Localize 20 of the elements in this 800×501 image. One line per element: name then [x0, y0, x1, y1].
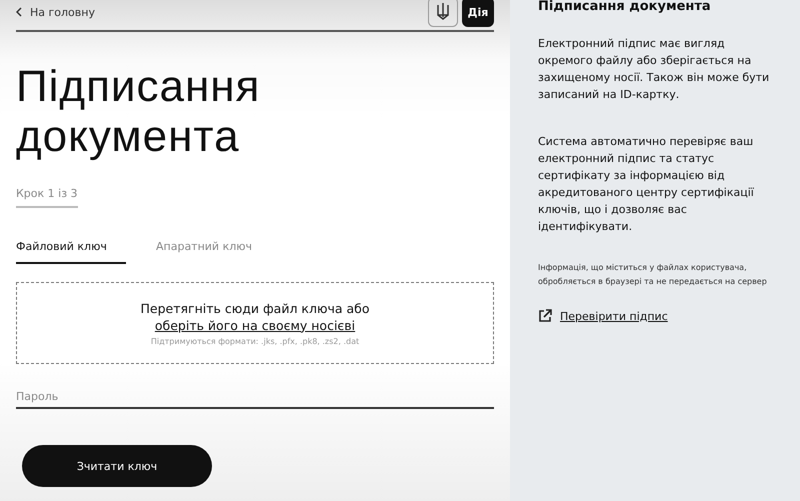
read-key-button[interactable]: Зчитати ключ — [22, 445, 212, 487]
tab[interactable]: Апаратний ключ — [156, 234, 252, 264]
page-title: Підписання документа — [16, 62, 262, 162]
formats-hint: Підтримуються формати: .jks, .pfx, .pk8, .zs2, .dat — [150, 336, 360, 346]
verify-signature-link[interactable]: Перевірити підпис — [560, 310, 668, 322]
tab[interactable]: Файловий ключ — [16, 234, 126, 264]
password-field[interactable]: Пароль — [16, 382, 494, 409]
privacy-note: Інформація, що міститься у файлах користувача, обробляється в браузері та не передається на сервер — [538, 262, 768, 288]
trident-icon[interactable] — [428, 0, 458, 27]
chevron-left-icon — [16, 7, 22, 17]
info-paragraph: Система автоматично перевіряє ваш електронний підпис та статус сертифікату за інформацією від акредитованого центру сертифікації ключів, що і дозволяє вас ідентифікувати. — [538, 134, 755, 235]
info-paragraph: Електронний підпис має вигляд окремого файлу або зберігається на захищеному носії. Також він може бути записаний на ID-картку. — [538, 36, 770, 103]
file-dropzone[interactable]: Перетягніть сюди файл ключа або оберіть його на своєму носієві Підтримуються формати: .jks, .pfx, .pk8, .zs2, .dat — [16, 282, 494, 364]
dropzone-text: Перетягніть сюди файл ключа або — [140, 300, 370, 316]
logo[interactable]: Дія — [462, 0, 494, 27]
step-indicator: Крок 1 із 3 — [16, 187, 78, 208]
sidebar-title: Підписання документа — [538, 0, 712, 13]
choose-file-link[interactable]: оберіть його на своєму носієві — [154, 318, 356, 332]
external-link-icon — [538, 309, 552, 323]
back-link[interactable]: На головну — [30, 6, 95, 18]
